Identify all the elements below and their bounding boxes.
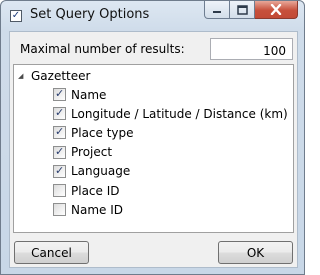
max-results-label: Maximal number of results:: [20, 42, 185, 56]
field-checkbox[interactable]: [53, 145, 66, 159]
maximize-icon: [236, 4, 248, 15]
title-checkbox-icon: ✓: [10, 10, 22, 22]
title-bar[interactable]: ✓ Set Query Options: [1, 1, 304, 31]
cancel-button[interactable]: Cancel: [14, 241, 89, 264]
tree-item[interactable]: Name: [53, 85, 288, 104]
query-options-dialog: ✓ Set Query Options Maximal number of re…: [0, 0, 305, 275]
collapse-triangle-icon[interactable]: ◢: [18, 72, 26, 80]
field-label: Name: [71, 87, 107, 102]
field-checkbox[interactable]: [53, 164, 66, 178]
field-checkbox[interactable]: [53, 125, 66, 140]
tree-item[interactable]: Longitude / Latitude / Distance (km): [53, 104, 288, 123]
max-results-input[interactable]: [210, 38, 293, 60]
field-label: Language: [71, 164, 131, 179]
field-checkbox[interactable]: [53, 106, 66, 121]
tree-root-gazetteer[interactable]: ◢ Gazetteer: [18, 69, 90, 83]
field-label: Project: [71, 145, 113, 160]
caption-buttons: [204, 1, 298, 20]
tree-item[interactable]: Language: [53, 162, 288, 181]
field-checkbox[interactable]: [53, 184, 66, 198]
tree-item[interactable]: Name ID: [53, 200, 288, 219]
tree-item[interactable]: Project: [53, 143, 288, 162]
field-label: Place type: [71, 125, 134, 140]
ok-button[interactable]: OK: [218, 241, 293, 264]
field-label: Longitude / Latitude / Distance (km): [71, 106, 288, 121]
field-label: Name ID: [71, 202, 123, 217]
field-checkbox[interactable]: [53, 87, 66, 102]
close-button[interactable]: [255, 1, 298, 19]
maximize-button[interactable]: [230, 1, 255, 19]
dialog-content: Maximal number of results: ◢ Gazetteer N…: [9, 31, 298, 268]
window-title: Set Query Options: [30, 7, 150, 22]
close-icon: [270, 4, 282, 15]
minimize-button[interactable]: [204, 1, 230, 19]
field-label: Place ID: [71, 183, 120, 198]
tree-item[interactable]: Place type: [53, 123, 288, 142]
minimize-icon: [213, 10, 221, 13]
tree-root-label: Gazetteer: [31, 69, 91, 83]
tree-children: Name Longitude / Latitude / Distance (km)…: [53, 85, 288, 219]
field-tree: ◢ Gazetteer Name Longitude / Latitude / D…: [13, 64, 294, 233]
field-checkbox[interactable]: [53, 203, 66, 217]
tree-item[interactable]: Place ID: [53, 181, 288, 200]
